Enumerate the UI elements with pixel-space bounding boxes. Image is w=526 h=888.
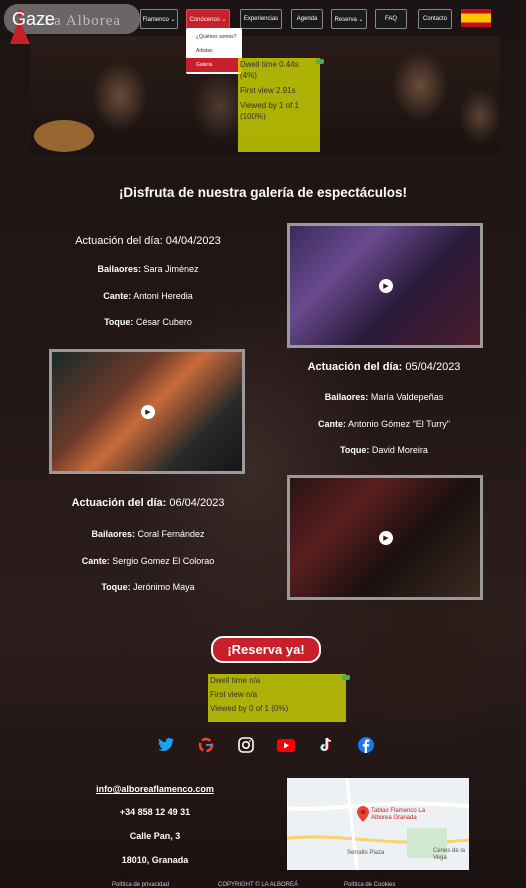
gaze-stats-overlay-top: Dwell time 0.44s (4%) First view 2.91s V… bbox=[238, 58, 320, 152]
dropdown-item-quienes-somos[interactable]: ¿Quiénes somos? bbox=[186, 30, 242, 44]
youtube-icon[interactable] bbox=[277, 736, 295, 754]
nav-contacto[interactable]: Contacto bbox=[418, 9, 452, 29]
dwell-pct-text: (4%) bbox=[240, 71, 257, 80]
map-place-label: Tablao Flamenco La Alborea Granada bbox=[371, 808, 426, 821]
perf1-date: Actuación del día: 04/04/2023 bbox=[48, 235, 248, 247]
footer-phone: +34 858 12 49 31 bbox=[119, 807, 191, 817]
perf3-cante: Cante: Sergio Gomez El Colorao bbox=[48, 556, 248, 566]
viewed-by-text: Viewed by 0 of 1 (0%) bbox=[210, 704, 289, 713]
video-thumbnail-1[interactable]: ▶ bbox=[287, 223, 483, 348]
perf3-cante-label: Cante: bbox=[81, 556, 110, 566]
perf1-cante-label: Cante: bbox=[103, 291, 132, 301]
perf2-date-label: Actuación del día: bbox=[307, 361, 403, 373]
perf3-toque: Toque: Jerónimo Maya bbox=[48, 582, 248, 592]
conocenos-dropdown: ¿Quiénes somos? Artistas Galería bbox=[186, 28, 242, 74]
dropdown-item-galeria[interactable]: Galería bbox=[186, 58, 242, 72]
overlay-close-icon[interactable] bbox=[316, 59, 324, 64]
perf3-toque-label: Toque: bbox=[101, 582, 131, 592]
nav-flamenco[interactable]: Flamenco ⌄ bbox=[140, 9, 178, 29]
perf2-cante-label: Cante: bbox=[318, 419, 347, 429]
perf1-cante-value: Antoni Heredia bbox=[133, 291, 193, 301]
gallery-title: ¡Disfruta de nuestra galería de espectác… bbox=[118, 185, 408, 200]
video-thumbnail-3[interactable]: ▶ bbox=[287, 475, 483, 600]
perf1-date-value: 04/04/2023 bbox=[165, 235, 221, 247]
dwell-time-text: Dwell time 0.44s bbox=[240, 60, 299, 69]
overlay-close-icon[interactable] bbox=[342, 675, 350, 680]
perf3-date-value: 06/04/2023 bbox=[169, 497, 225, 509]
dwell-time-text: Dwell time n/a bbox=[210, 676, 261, 685]
nav-experiencias[interactable]: Experiencias bbox=[240, 9, 282, 29]
tiktok-icon[interactable] bbox=[317, 736, 335, 754]
perf2-bailaores: Bailaores: María Valdepeñas bbox=[284, 392, 484, 402]
perf1-cante: Cante: Antoni Heredia bbox=[48, 291, 248, 301]
perf1-toque-value: César Cubero bbox=[135, 317, 192, 327]
location-map[interactable]: Tablao Flamenco La Alborea Granada Serra… bbox=[287, 778, 469, 870]
dropdown-item-artistas[interactable]: Artistas bbox=[186, 44, 242, 58]
perf3-toque-value: Jerónimo Maya bbox=[133, 582, 195, 592]
twitter-icon[interactable] bbox=[157, 736, 175, 754]
reserve-button[interactable]: ¡Reserva ya! bbox=[211, 636, 321, 663]
perf3-bailaores-value: Coral Fernández bbox=[137, 529, 205, 539]
perf3-date: Actuación del día: 06/04/2023 bbox=[48, 497, 248, 509]
perf2-cante: Cante: Antonio Gómez "El Turry" bbox=[284, 419, 484, 429]
map-area-serrallo: Serrallo Plaza bbox=[347, 850, 385, 856]
footer-city: 18010, Granada bbox=[121, 855, 189, 865]
perf2-cante-value: Antonio Gómez "El Turry" bbox=[348, 419, 450, 429]
gaze-stats-overlay-bottom: Dwell time n/a First view n/a Viewed by … bbox=[208, 674, 346, 722]
google-icon[interactable] bbox=[197, 736, 215, 754]
perf2-toque: Toque: David Moreira bbox=[284, 445, 484, 455]
privacy-policy-link[interactable]: Política de privacidad bbox=[112, 882, 169, 888]
guitar-image bbox=[34, 120, 94, 152]
copyright-text: COPYRIGHT © LA ALBOREÁ bbox=[218, 882, 299, 888]
map-pin-icon bbox=[357, 806, 369, 822]
cookies-policy-link[interactable]: Política de Cookies bbox=[344, 882, 395, 888]
perf2-date: Actuación del día: 05/04/2023 bbox=[284, 361, 484, 373]
map-area-cenes: Cenes de la Vega bbox=[433, 848, 466, 861]
perf3-bailaores-label: Bailaores: bbox=[91, 529, 135, 539]
viewed-by-text: Viewed by 1 of 1 bbox=[240, 101, 300, 110]
perf3-date-label: Actuación del día: bbox=[71, 497, 167, 509]
footer-street: Calle Pan, 3 bbox=[129, 831, 181, 841]
perf1-date-label: Actuación del día: bbox=[75, 235, 163, 247]
play-icon[interactable]: ▶ bbox=[379, 531, 393, 545]
viewed-pct-text: (100%) bbox=[240, 112, 266, 121]
perf2-bailaores-label: Bailaores: bbox=[324, 392, 369, 402]
brand-name: La Alborea bbox=[44, 13, 122, 29]
perf1-toque: Toque: César Cubero bbox=[48, 317, 248, 327]
nav-conocenos[interactable]: Conócenos ⌄ bbox=[186, 9, 230, 29]
play-icon[interactable]: ▶ bbox=[379, 279, 393, 293]
nav-reserva[interactable]: Reserva ⌄ bbox=[331, 9, 367, 29]
instagram-icon[interactable] bbox=[237, 736, 255, 754]
footer-email-link[interactable]: info@alboreaflamenco.com bbox=[80, 784, 230, 794]
play-icon[interactable]: ▶ bbox=[141, 405, 155, 419]
perf1-bailaores-value: Sara Jiménez bbox=[143, 264, 199, 274]
video-thumbnail-2[interactable]: ▶ bbox=[49, 349, 245, 474]
perf2-toque-label: Toque: bbox=[340, 445, 370, 455]
perf2-bailaores-value: María Valdepeñas bbox=[370, 392, 444, 402]
nav-agenda[interactable]: Agenda bbox=[291, 9, 323, 29]
first-view-text: First view 2.91s bbox=[240, 86, 296, 95]
facebook-icon[interactable] bbox=[357, 736, 375, 754]
perf1-toque-label: Toque: bbox=[104, 317, 134, 327]
first-view-text: First view n/a bbox=[210, 690, 258, 699]
perf3-bailaores: Bailaores: Coral Fernández bbox=[48, 529, 248, 539]
perf1-bailaores-label: Bailaores: bbox=[97, 264, 141, 274]
perf1-bailaores: Bailaores: Sara Jiménez bbox=[48, 264, 248, 274]
perf3-cante-value: Sergio Gomez El Colorao bbox=[112, 556, 215, 566]
perf2-toque-value: David Moreira bbox=[371, 445, 428, 455]
nav-faq[interactable]: FAQ bbox=[375, 9, 407, 29]
perf2-date-value: 05/04/2023 bbox=[405, 361, 461, 373]
spain-flag-icon[interactable] bbox=[461, 9, 491, 27]
